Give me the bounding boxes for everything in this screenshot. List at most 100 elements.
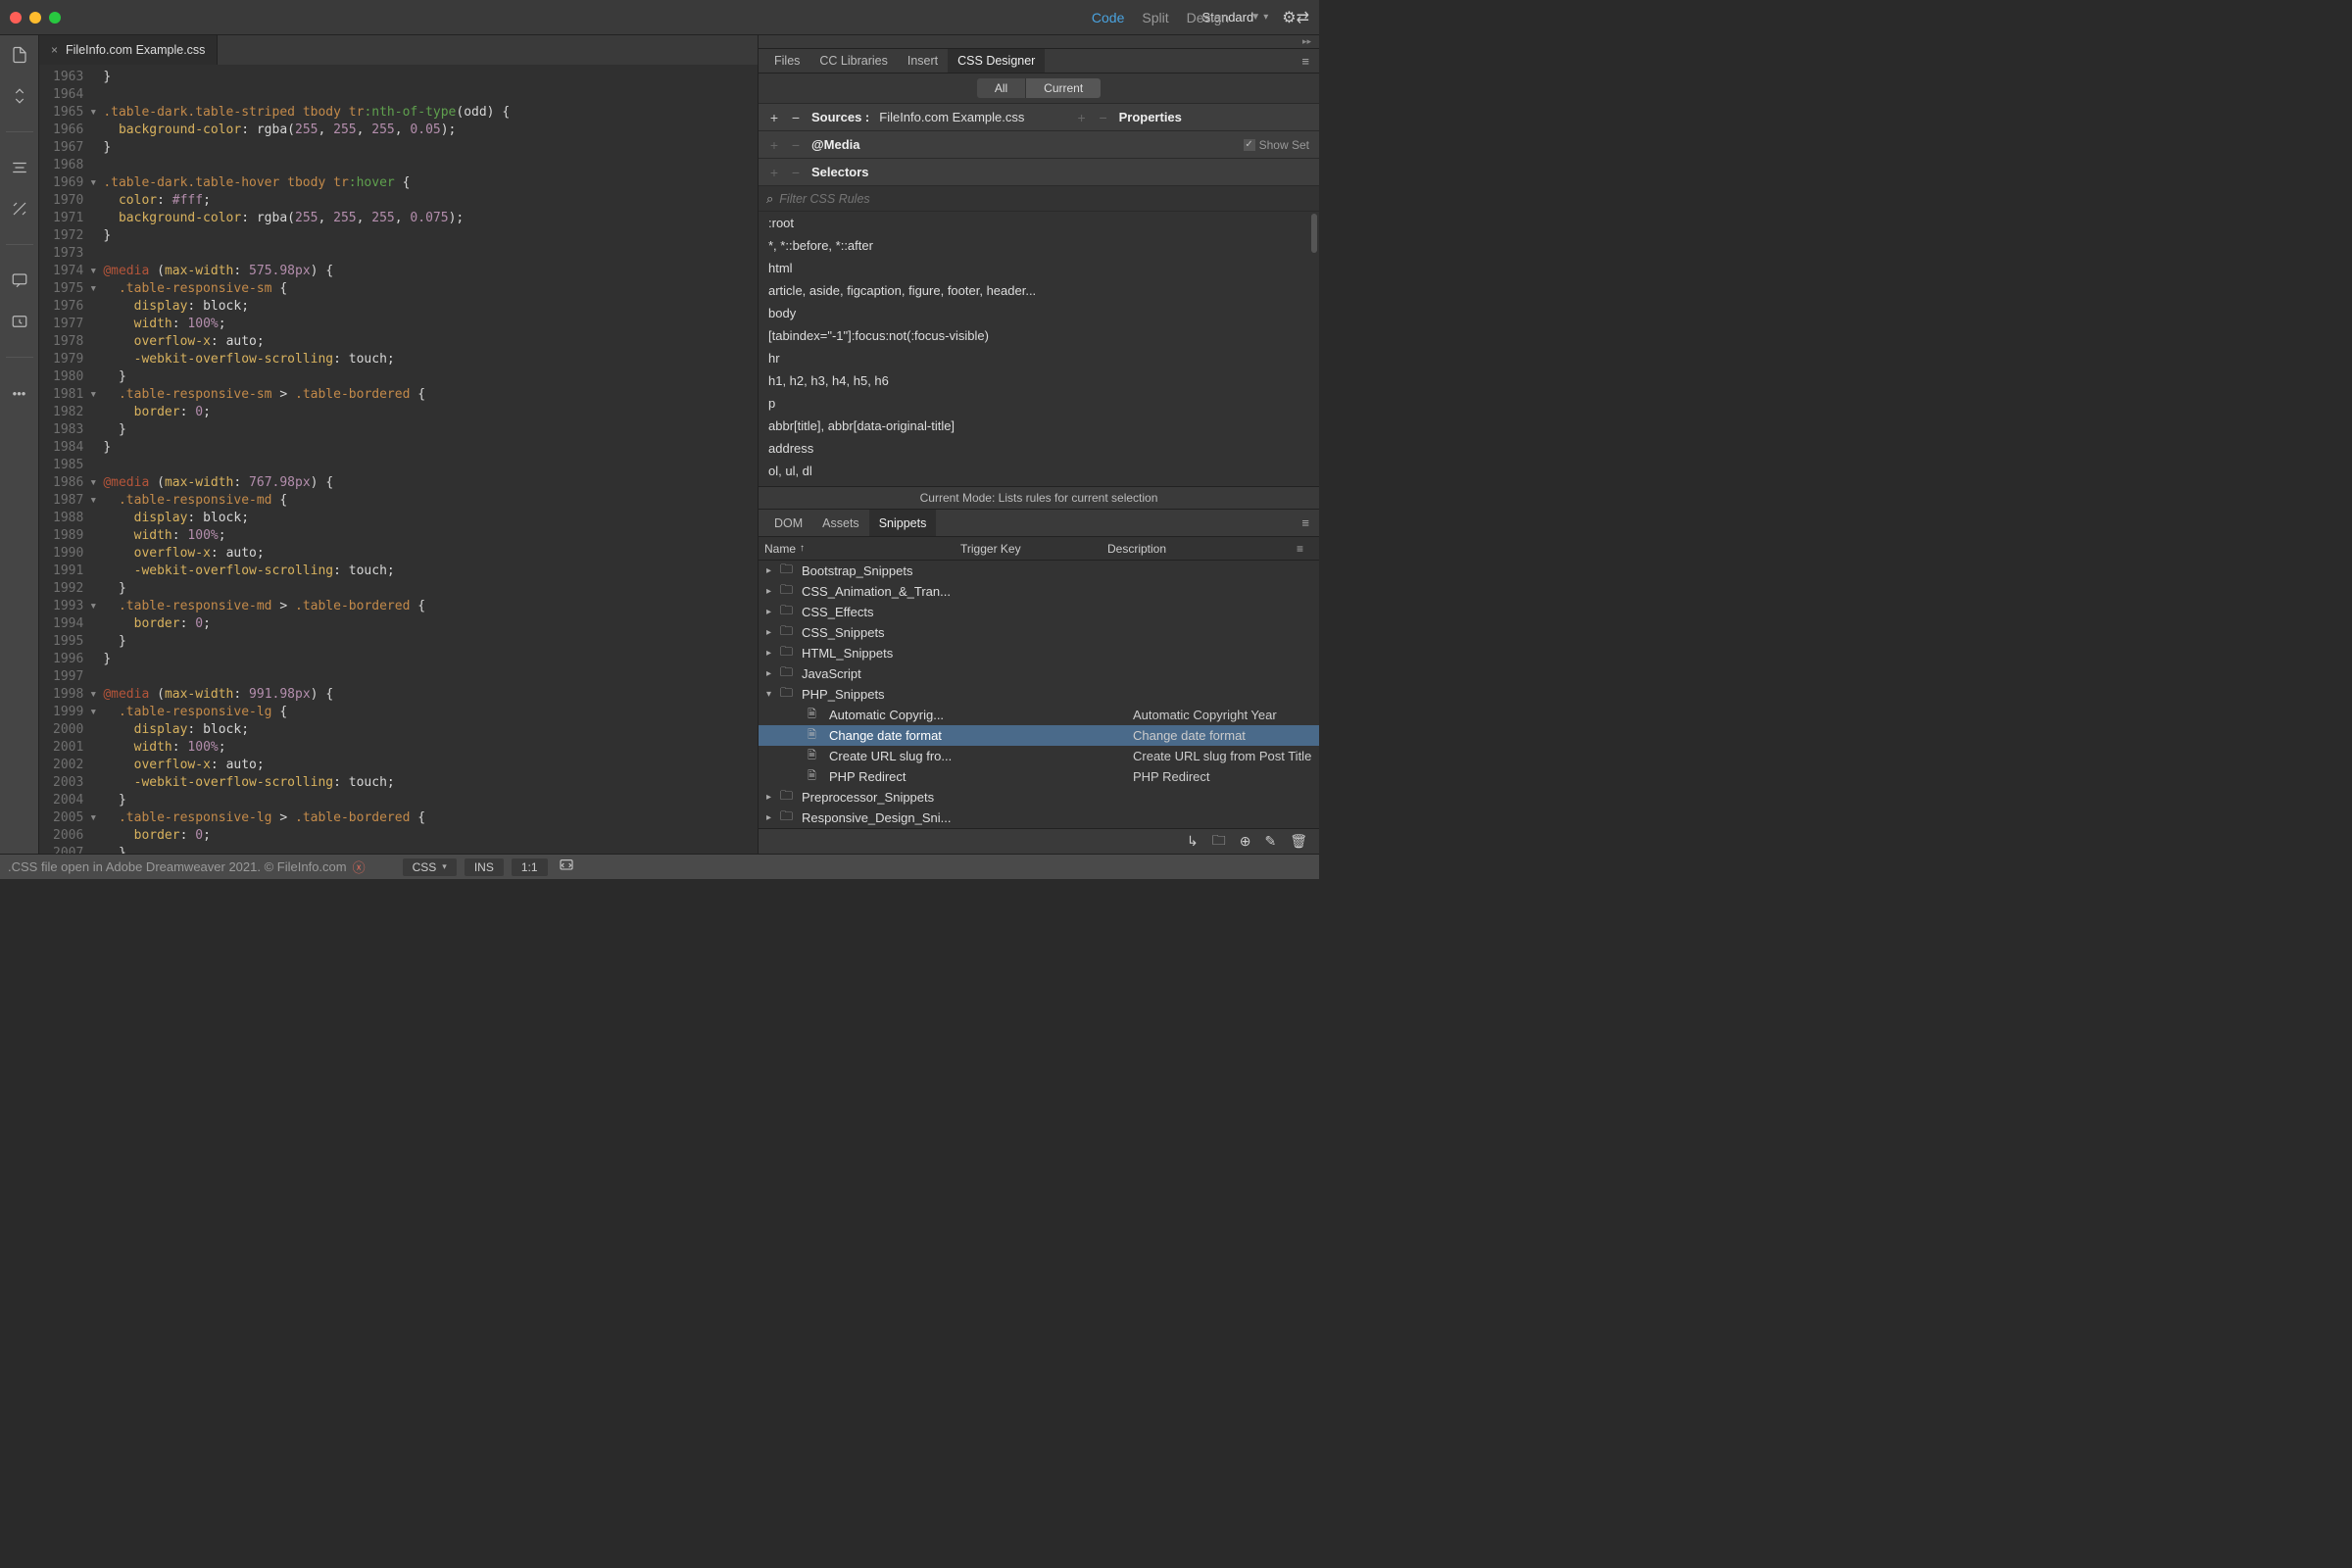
snippet-row[interactable]: 🗎Automatic Copyrig...Automatic Copyright… [759, 705, 1319, 725]
error-icon[interactable]: ⓧ [353, 858, 366, 876]
selectors-list[interactable]: :root*, *::before, *::afterhtmlarticle, … [759, 212, 1319, 486]
panel-tab-assets[interactable]: Assets [812, 510, 869, 536]
col-trigger[interactable]: Trigger Key [960, 542, 1107, 556]
view-tab-split[interactable]: Split [1142, 10, 1168, 25]
snippet-row[interactable]: 🗎Change date formatChange date format [759, 725, 1319, 746]
panel-tabs-bottom: DOMAssetsSnippets ≡ [759, 510, 1319, 537]
selector-item[interactable]: html [759, 257, 1319, 279]
panel-tab-dom[interactable]: DOM [764, 510, 812, 536]
more-tools-icon[interactable]: ••• [10, 383, 29, 403]
insert-snippet-icon[interactable]: ↳ [1187, 833, 1199, 850]
panel-menu-icon[interactable]: ≡ [1301, 515, 1319, 530]
seg-all[interactable]: All [977, 78, 1025, 98]
folder-row[interactable]: ▸🗀Responsive_Design_Sni... [759, 808, 1319, 828]
folder-row[interactable]: ▸🗀Preprocessor_Snippets [759, 787, 1319, 808]
language-selector[interactable]: CSS▾ [403, 858, 457, 876]
selector-item[interactable]: article, aside, figcaption, figure, foot… [759, 279, 1319, 302]
folder-icon: 🗀 [780, 581, 796, 603]
show-set-toggle[interactable]: ✓ Show Set [1244, 138, 1309, 152]
sync-settings-icon[interactable]: ⚙⇄ [1282, 8, 1309, 27]
file-tab[interactable]: × FileInfo.com Example.css [39, 35, 218, 65]
close-tab-icon[interactable]: × [51, 43, 58, 57]
panel-tab-css-designer[interactable]: CSS Designer [948, 49, 1045, 73]
chevron-right-icon[interactable]: ▸ [766, 648, 780, 659]
cursor-position[interactable]: 1:1 [512, 858, 548, 876]
expand-collapse-icon[interactable] [10, 86, 29, 106]
css-designer-panel: All Current + − Sources : FileInfo.com E… [759, 74, 1319, 510]
col-desc[interactable]: Description [1107, 542, 1297, 556]
add-source-icon[interactable]: + [768, 110, 780, 125]
snippet-name: Automatic Copyrig... [829, 708, 986, 722]
chevron-down-icon[interactable]: ▾ [766, 689, 780, 700]
chevron-right-icon[interactable]: ▸ [766, 627, 780, 638]
selector-item[interactable]: h1, h2, h3, h4, h5, h6 [759, 369, 1319, 392]
selector-item[interactable]: :root [759, 212, 1319, 234]
folder-row[interactable]: ▸🗀CSS_Animation_&_Tran... [759, 581, 1319, 602]
remove-source-icon[interactable]: − [790, 110, 802, 125]
folder-row[interactable]: ▸🗀CSS_Effects [759, 602, 1319, 622]
filter-input[interactable] [779, 192, 1311, 206]
snippets-tree[interactable]: ▸🗀Bootstrap_Snippets▸🗀CSS_Animation_&_Tr… [759, 561, 1319, 828]
apply-comment-icon[interactable] [10, 199, 29, 219]
insert-mode[interactable]: INS [465, 858, 504, 876]
chevron-right-icon[interactable]: ▸ [766, 812, 780, 823]
folder-row[interactable]: ▸🗀JavaScript [759, 663, 1319, 684]
folder-row[interactable]: ▸🗀HTML_Snippets [759, 643, 1319, 663]
add-media-icon[interactable]: + [768, 137, 780, 153]
seg-current[interactable]: Current [1025, 78, 1101, 98]
remove-selector-icon[interactable]: − [790, 165, 802, 180]
edit-snippet-icon[interactable]: ✎ [1264, 833, 1276, 850]
related-files-icon[interactable] [558, 858, 575, 876]
selector-item[interactable]: p [759, 392, 1319, 415]
snippet-file-icon: 🗎 [808, 706, 823, 724]
view-dropdown-icon[interactable]: ▼ [1250, 12, 1260, 23]
panel-menu-icon[interactable]: ≡ [1297, 542, 1313, 556]
add-property-icon[interactable]: + [1076, 110, 1088, 125]
chevron-right-icon[interactable]: ▸ [766, 792, 780, 803]
snippet-row[interactable]: 🗎PHP RedirectPHP Redirect [759, 766, 1319, 787]
maximize-window-button[interactable] [49, 12, 61, 24]
selector-item[interactable]: [tabindex="-1"]:focus:not(:focus-visible… [759, 324, 1319, 347]
code-editor[interactable]: 1963196419651966196719681969197019711972… [39, 65, 758, 854]
folder-row[interactable]: ▸🗀CSS_Snippets [759, 622, 1319, 643]
panel-tab-insert[interactable]: Insert [898, 49, 948, 73]
new-snippet-icon[interactable]: ⊕ [1240, 833, 1251, 850]
panel-menu-icon[interactable]: ≡ [1301, 54, 1319, 69]
panel-tab-cc-libraries[interactable]: CC Libraries [809, 49, 897, 73]
folder-row[interactable]: ▾🗀PHP_Snippets [759, 684, 1319, 705]
sources-label: Sources : [811, 110, 869, 124]
folder-icon: 🗀 [780, 643, 796, 664]
file-management-icon[interactable] [10, 45, 29, 65]
add-selector-icon[interactable]: + [768, 165, 780, 180]
snippets-footer: ↳ 🗀 ⊕ ✎ 🗑 [759, 828, 1319, 854]
selector-item[interactable]: abbr[title], abbr[data-original-title] [759, 415, 1319, 437]
remove-media-icon[interactable]: − [790, 137, 802, 153]
delete-snippet-icon[interactable]: 🗑 [1290, 833, 1307, 850]
folder-row[interactable]: ▸🗀Bootstrap_Snippets [759, 561, 1319, 581]
view-tab-design[interactable]: Design [1187, 10, 1230, 25]
selector-item[interactable]: hr [759, 347, 1319, 369]
remove-property-icon[interactable]: − [1098, 110, 1109, 125]
snippet-row[interactable]: 🗎Create URL slug fro...Create URL slug f… [759, 746, 1319, 766]
chevron-right-icon[interactable]: ▸ [766, 586, 780, 597]
scrollbar[interactable] [1311, 214, 1317, 253]
selector-item[interactable]: body [759, 302, 1319, 324]
minimize-window-button[interactable] [29, 12, 41, 24]
col-name[interactable]: Name ↑ [764, 542, 960, 556]
panel-tab-files[interactable]: Files [764, 49, 809, 73]
close-window-button[interactable] [10, 12, 22, 24]
comment-icon[interactable] [10, 270, 29, 290]
chevron-right-icon[interactable]: ▸ [766, 607, 780, 617]
sources-value[interactable]: FileInfo.com Example.css [879, 110, 1024, 124]
chevron-right-icon[interactable]: ▸ [766, 668, 780, 679]
selector-item[interactable]: *, *::before, *::after [759, 234, 1319, 257]
panel-tab-snippets[interactable]: Snippets [869, 510, 937, 536]
selector-item[interactable]: address [759, 437, 1319, 460]
format-source-icon[interactable] [10, 158, 29, 177]
view-tab-code[interactable]: Code [1092, 10, 1124, 25]
chevron-right-icon[interactable]: ▸ [766, 565, 780, 576]
recent-icon[interactable] [10, 312, 29, 331]
new-folder-icon[interactable]: 🗀 [1212, 830, 1226, 854]
selector-item[interactable]: ol, ul, dl [759, 460, 1319, 482]
expand-panel-icon[interactable]: ▸▸ [1302, 36, 1311, 47]
